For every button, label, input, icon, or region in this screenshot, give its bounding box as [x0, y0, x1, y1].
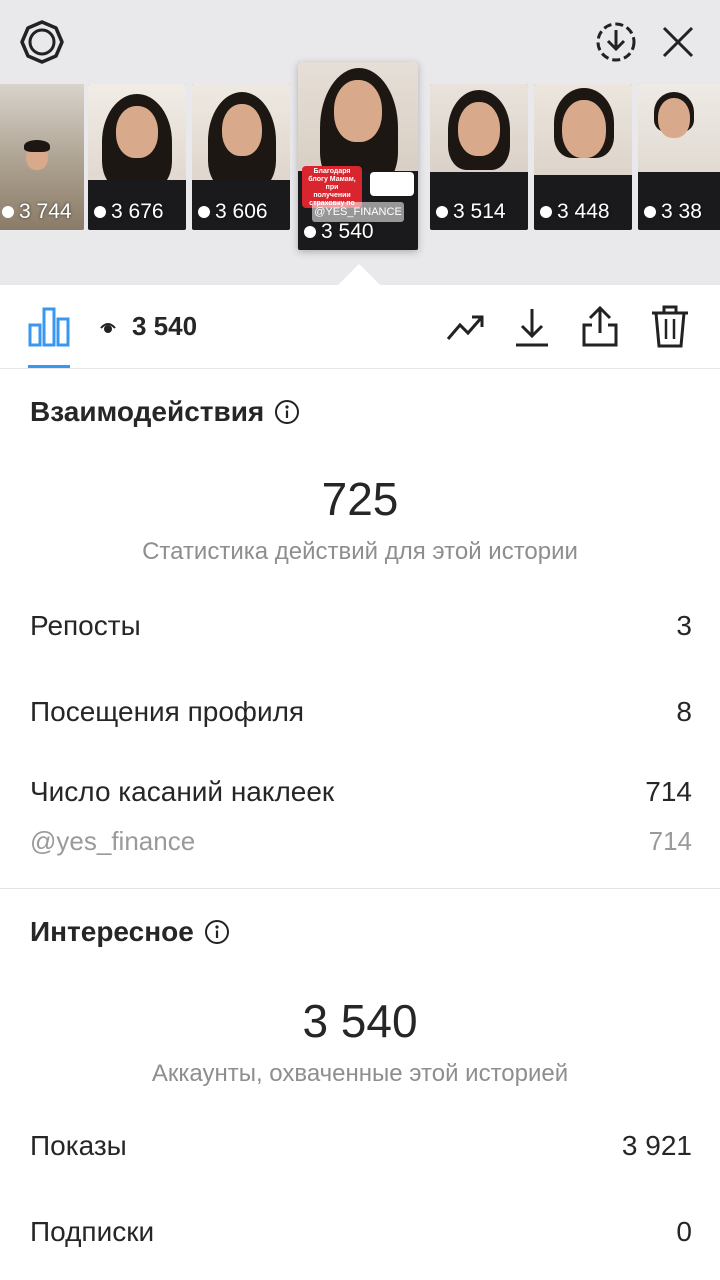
story-views: 3 514	[436, 200, 506, 224]
interactions-total: 725	[321, 473, 399, 525]
selected-story-caret	[337, 264, 381, 286]
eye-icon	[644, 206, 656, 218]
insights-toolbar: 3 540	[0, 285, 720, 369]
download-icon[interactable]	[510, 305, 554, 349]
story-views: 3 540	[304, 220, 374, 244]
story-views: 3 744	[2, 200, 72, 224]
stat-row-reposts: Репосты 3	[30, 610, 692, 642]
interactions-section-title: Взаимодействия	[30, 396, 300, 428]
eye-icon	[2, 206, 14, 218]
bar-chart-icon[interactable]	[28, 305, 70, 347]
story-thumbnail[interactable]: 3 606	[192, 84, 290, 230]
eye-icon	[304, 226, 316, 238]
stat-label: Подписки	[30, 1216, 155, 1247]
story-thumbnail[interactable]: 3 744	[0, 84, 84, 230]
stat-value: 3	[676, 610, 692, 641]
stat-value: 0	[676, 1216, 692, 1247]
eye-icon	[198, 206, 210, 218]
discovery-total: 3 540	[302, 995, 418, 1047]
story-thumbnail[interactable]: 3 676	[88, 84, 186, 230]
stat-subrow-mention: @yes_finance 714	[30, 826, 692, 857]
close-icon[interactable]	[656, 20, 700, 64]
story-thumbnail[interactable]: 3 448	[534, 84, 632, 230]
trending-up-icon[interactable]	[444, 305, 488, 349]
story-thumbnail[interactable]: 3 38	[638, 84, 720, 230]
eye-icon	[100, 319, 116, 335]
eye-icon	[436, 206, 448, 218]
story-views-count: 3 540	[132, 311, 198, 341]
info-icon[interactable]	[274, 399, 300, 425]
settings-gear-icon[interactable]	[18, 18, 66, 66]
trash-icon[interactable]	[648, 305, 692, 349]
interactions-total-label: Статистика действий для этой истории	[142, 538, 578, 565]
discovery-total-label: Аккаунты, охваченные этой историей	[151, 1060, 569, 1087]
sticker-note	[370, 172, 414, 196]
stat-row-impressions: Показы 3 921	[30, 1130, 692, 1162]
stat-value: 714	[645, 776, 692, 807]
mention-sticker: @YES_FINANCE	[312, 202, 404, 222]
stories-strip-area: 3 744 3 676 3 606 Благодаря блогу Мамам,…	[0, 0, 720, 286]
story-views: 3 676	[94, 200, 164, 224]
stat-label: Репосты	[30, 610, 141, 641]
story-thumbnail[interactable]: 3 514	[430, 84, 528, 230]
story-views: 3 606	[198, 200, 268, 224]
eye-icon	[540, 206, 552, 218]
eye-icon	[94, 206, 106, 218]
share-icon[interactable]	[578, 305, 622, 349]
stat-label: Число касаний наклеек	[30, 776, 335, 807]
stat-row-sticker-taps: Число касаний наклеек 714	[30, 776, 692, 808]
story-thumbnail-selected[interactable]: Благодаря блогу Мамам, при получении стр…	[298, 62, 418, 250]
section-divider	[0, 888, 720, 889]
info-icon[interactable]	[204, 919, 230, 945]
stat-value: 3 921	[621, 1130, 692, 1161]
stat-value: 714	[648, 826, 692, 856]
stat-value: 8	[676, 696, 692, 727]
stat-row-profile-visits: Посещения профиля 8	[30, 696, 692, 728]
stat-label: @yes_finance	[30, 826, 196, 856]
stat-label: Посещения профиля	[30, 696, 305, 727]
stat-label: Показы	[30, 1130, 127, 1161]
story-thumbnails: 3 744 3 676 3 606 Благодаря блогу Мамам,…	[0, 60, 720, 256]
active-tab-indicator	[28, 365, 70, 368]
discovery-section-title: Интересное	[30, 916, 230, 948]
download-circle-icon[interactable]	[592, 18, 640, 66]
stat-row-follows: Подписки 0	[30, 1216, 692, 1248]
story-views: 3 448	[540, 200, 610, 224]
story-views: 3 38	[644, 200, 702, 224]
